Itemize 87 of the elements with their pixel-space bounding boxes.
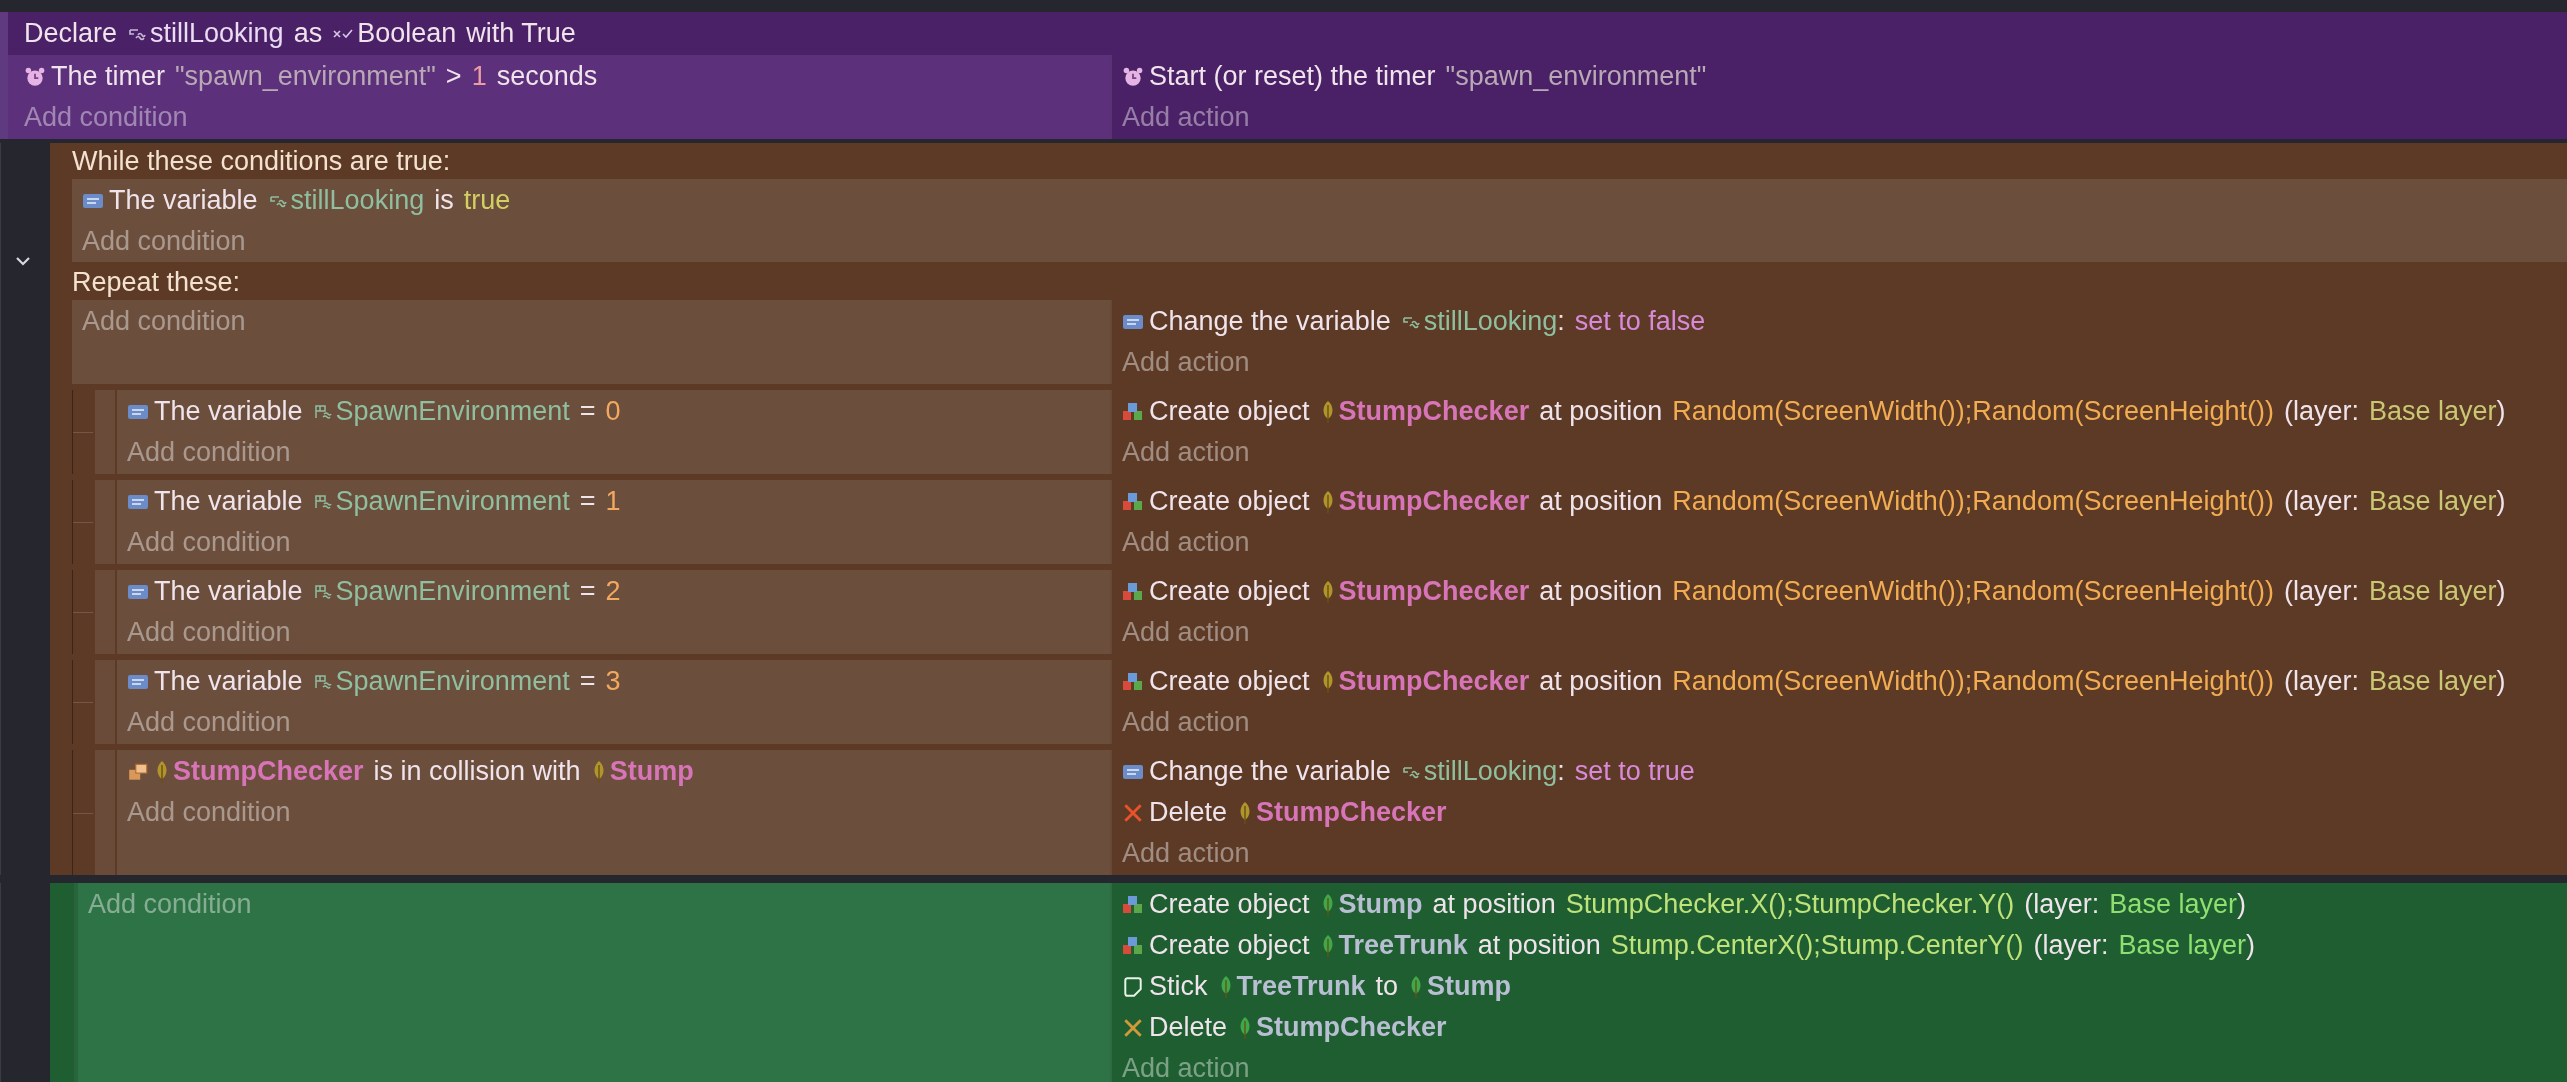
action-text: : set to false — [1557, 306, 1706, 337]
object-name: StumpChecker — [1338, 576, 1530, 607]
type-name: Boolean — [357, 18, 457, 49]
object-name: TreeTrunk — [1338, 930, 1468, 961]
condition-text: The variable — [154, 576, 303, 607]
condition-text: The variable — [154, 486, 303, 517]
add-condition-link[interactable]: Add condition — [127, 612, 1100, 652]
add-condition-link[interactable]: Add condition — [82, 221, 2557, 261]
action-text: Change the variable — [1149, 756, 1391, 787]
action-text: Stick — [1149, 971, 1208, 1002]
condition-text: The variable — [109, 185, 258, 216]
action-text: Change the variable — [1149, 306, 1391, 337]
add-condition-link[interactable]: Add condition — [24, 97, 1100, 137]
action-text: at position Random(ScreenWidth());Random(ScreenHeight()) (layer: Base layer) — [1539, 576, 2506, 607]
add-action-link[interactable]: Add action — [1122, 97, 2557, 137]
condition-text: = 2 — [579, 576, 621, 607]
cubes-icon — [1122, 400, 1144, 423]
cross-icon — [1122, 801, 1144, 824]
object-name: StumpChecker — [1338, 666, 1530, 697]
add-action-link[interactable]: Add action — [1122, 702, 2557, 742]
declaration-text: as — [293, 18, 323, 49]
object-name: TreeTrunk — [1236, 971, 1366, 1002]
variable-name: SpawnEnvironment — [335, 396, 570, 427]
action-text: Create object — [1149, 666, 1310, 697]
cubes-icon — [1122, 893, 1144, 916]
condition-text: = 0 — [579, 396, 621, 427]
action-text: at position Random(ScreenWidth());Random(ScreenHeight()) (layer: Base layer) — [1539, 666, 2506, 697]
object-name: Stump — [1338, 889, 1423, 920]
variable-name: stillLooking — [1423, 306, 1558, 337]
object-name: Stump — [1427, 971, 1512, 1002]
cubes-icon — [1122, 670, 1144, 693]
object-name: StumpChecker — [1338, 486, 1530, 517]
cross-icon — [1122, 1016, 1144, 1039]
object-name: StumpChecker — [1256, 797, 1447, 828]
add-action-link[interactable]: Add action — [1122, 833, 2557, 873]
declaration-text: with True — [466, 18, 576, 49]
repeat-label: Repeat these: — [72, 265, 242, 299]
add-action-link[interactable]: Add action — [1122, 342, 2557, 382]
condition-text: The variable — [154, 396, 303, 427]
cubes-icon — [1122, 490, 1144, 513]
alarm-clock-icon — [24, 65, 46, 88]
variable-name: stillLooking — [1423, 756, 1558, 787]
condition-text: is in collision with — [373, 756, 581, 787]
action-text: Create object — [1149, 576, 1310, 607]
action-text: Create object — [1149, 930, 1310, 961]
condition-text: is true — [434, 185, 511, 216]
while-label: While these conditions are true: — [72, 144, 452, 178]
object-name: StumpChecker — [173, 756, 364, 787]
variable-name: SpawnEnvironment — [335, 486, 570, 517]
variable-name: SpawnEnvironment — [335, 666, 570, 697]
cubes-icon — [1122, 934, 1144, 957]
cubes-icon — [1122, 580, 1144, 603]
action-text: Create object — [1149, 486, 1310, 517]
action-text: Create object — [1149, 396, 1310, 427]
alarm-clock-icon — [1122, 65, 1144, 88]
condition-text: The timer "spawn_environment" > 1 seconds — [51, 61, 598, 92]
action-text: : set to true — [1557, 756, 1695, 787]
action-text: Create object — [1149, 889, 1310, 920]
add-action-link[interactable]: Add action — [1122, 522, 2557, 562]
add-condition-link[interactable]: Add condition — [127, 702, 1100, 742]
condition-text: = 1 — [579, 486, 621, 517]
condition-text: = 3 — [579, 666, 621, 697]
add-action-link[interactable]: Add action — [1122, 1048, 2557, 1082]
declaration-text: Declare — [24, 18, 118, 49]
sticky-note-icon — [1122, 975, 1144, 998]
object-name: Stump — [609, 756, 694, 787]
add-condition-link[interactable]: Add condition — [88, 884, 1100, 924]
variable-name: SpawnEnvironment — [335, 576, 570, 607]
action-text: at position Stump.CenterX();Stump.CenterY() (layer: Base layer) — [1477, 930, 2255, 961]
action-text: at position Random(ScreenWidth());Random(ScreenHeight()) (layer: Base layer) — [1539, 486, 2506, 517]
object-name: StumpChecker — [1338, 396, 1530, 427]
add-condition-link[interactable]: Add condition — [127, 432, 1100, 472]
action-text: to — [1375, 971, 1399, 1002]
add-action-link[interactable]: Add action — [1122, 432, 2557, 472]
object-name: StumpChecker — [1256, 1012, 1447, 1043]
action-text: Delete — [1149, 1012, 1228, 1043]
action-text: Start (or reset) the timer "spawn_environment" — [1149, 61, 1707, 92]
condition-text: The variable — [154, 666, 303, 697]
add-condition-link[interactable]: Add condition — [127, 522, 1100, 562]
variable-name: stillLooking — [150, 18, 284, 49]
add-condition-link[interactable]: Add condition — [82, 301, 1100, 341]
add-action-link[interactable]: Add action — [1122, 612, 2557, 652]
action-text: at position StumpChecker.X();StumpChecker.Y() (layer: Base layer) — [1432, 889, 2246, 920]
variable-name: stillLooking — [290, 185, 425, 216]
action-text: Delete — [1149, 797, 1228, 828]
add-condition-link[interactable]: Add condition — [127, 792, 1100, 832]
action-text: at position Random(ScreenWidth());Random(ScreenHeight()) (layer: Base layer) — [1539, 396, 2506, 427]
